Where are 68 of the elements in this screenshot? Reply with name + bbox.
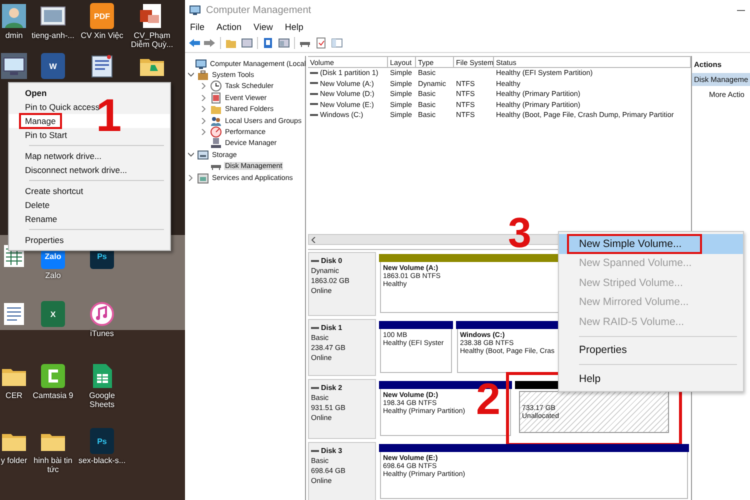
scroll-left-icon[interactable]: [311, 236, 316, 242]
console-icon[interactable]: [278, 37, 290, 49]
icon-label: Zalo: [45, 271, 61, 280]
notebook-icon[interactable]: [89, 53, 115, 79]
expand-chevron-icon[interactable]: [201, 129, 207, 136]
menu-item[interactable]: Properties: [559, 340, 743, 360]
drive-icon: [311, 258, 319, 264]
menu-item[interactable]: Help: [559, 369, 743, 388]
icon-label: hinh bài tin tức: [32, 456, 74, 474]
window-title: Computer Management: [206, 4, 312, 16]
step-number: 2: [476, 378, 500, 422]
icon-label: CV_Phạm Diễm Quỳ...: [130, 31, 174, 50]
menu-item[interactable]: New Simple Volume...: [559, 234, 743, 254]
expand-chevron-icon[interactable]: [201, 106, 207, 112]
menu-item[interactable]: Disconnect network drive...: [9, 163, 170, 177]
photoshop-file-icon[interactable]: Ps: [90, 428, 114, 454]
console-icon[interactable]: [241, 37, 253, 49]
expand-chevron-icon[interactable]: [201, 83, 207, 90]
icon-label: CV Xin Việc: [80, 31, 124, 40]
computer-icon: [189, 4, 201, 16]
toolbox-icon: [197, 69, 209, 82]
computer-icon[interactable]: [1, 53, 27, 79]
menu-item[interactable]: Create shortcut: [9, 184, 170, 198]
menu-bar-item[interactable]: Action: [216, 22, 242, 32]
services-icon: [197, 172, 209, 184]
expand-chevron-icon[interactable]: [201, 94, 207, 101]
expand-chevron-icon[interactable]: [188, 72, 194, 78]
icon-label: iTunes: [90, 329, 114, 338]
icon-label: Google Sheets: [88, 391, 116, 410]
menu-bar-item[interactable]: View: [254, 22, 273, 32]
expand-chevron-icon[interactable]: [188, 174, 194, 181]
device-icon: [210, 137, 222, 150]
folder-icon: [210, 103, 222, 116]
storage-icon: [197, 148, 209, 161]
menu-item[interactable]: Rename: [9, 212, 170, 226]
user-icon[interactable]: [1, 3, 27, 29]
menu-item[interactable]: Map network drive...: [9, 149, 170, 163]
icon-label: tieng-anh-...: [32, 31, 74, 40]
drive-icon: [311, 324, 319, 330]
log-icon: [210, 92, 222, 104]
icon-label: sex-black-s...: [78, 456, 126, 466]
word-document-icon[interactable]: W: [41, 53, 65, 79]
panel-icon[interactable]: [331, 37, 343, 49]
drive-icon: [311, 448, 319, 454]
music-icon[interactable]: [89, 301, 115, 327]
expand-chevron-icon[interactable]: [201, 118, 207, 124]
drive-icon: [311, 384, 319, 390]
clock-icon: [210, 80, 222, 92]
spreadsheet-icon[interactable]: X: [41, 301, 65, 327]
users-icon: [210, 114, 222, 127]
document-icon[interactable]: [1, 301, 27, 327]
gauge-icon: [210, 126, 222, 138]
icon-label: y folder: [0, 456, 28, 466]
camtasia-icon[interactable]: [40, 363, 66, 389]
menu-item[interactable]: Open: [9, 86, 170, 100]
icon-label: dmin: [5, 31, 23, 40]
help-book-icon[interactable]: [262, 37, 274, 49]
icon-label: Camtasia 9: [32, 391, 74, 400]
back-arrow-icon[interactable]: [188, 37, 200, 49]
expand-chevron-icon[interactable]: [188, 152, 194, 158]
step-number: 3: [508, 212, 532, 254]
menu-bar-item[interactable]: File: [190, 22, 205, 32]
checklist-icon[interactable]: [315, 37, 327, 49]
menu-bar-item[interactable]: Help: [284, 22, 304, 32]
menu-item[interactable]: Delete: [9, 198, 170, 212]
icon-label: CER: [6, 391, 22, 400]
forward-arrow-icon[interactable]: [204, 37, 216, 49]
computer-icon: [195, 58, 207, 70]
